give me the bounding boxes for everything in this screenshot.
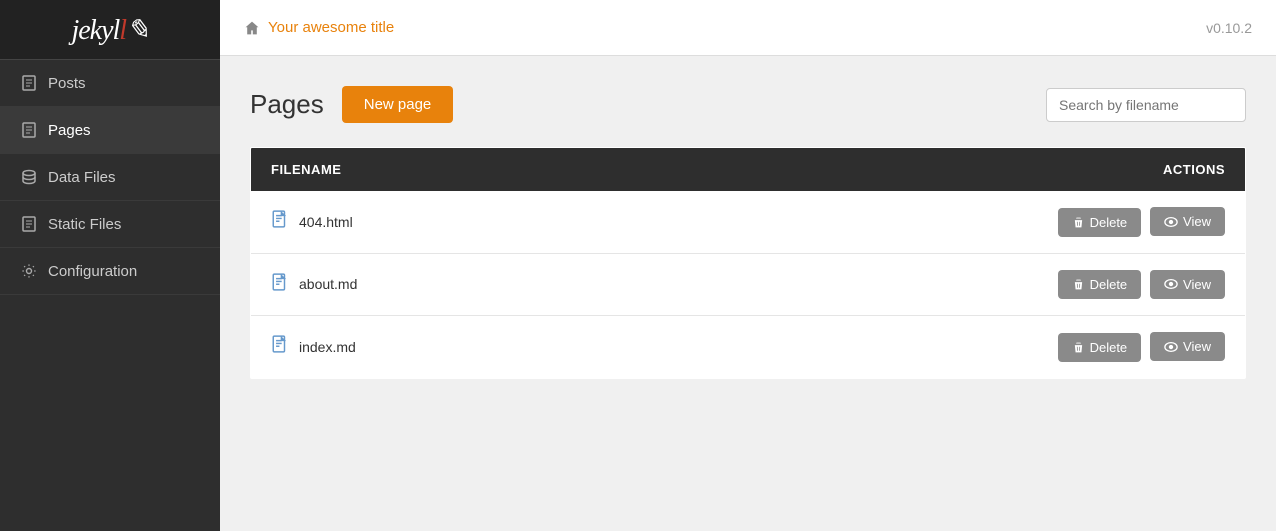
header-left: Your awesome title [244, 19, 394, 36]
delete-button[interactable]: Delete [1058, 208, 1142, 237]
home-icon [244, 20, 260, 36]
static-files-icon [20, 215, 38, 233]
posts-icon [20, 74, 38, 92]
sidebar-item-posts[interactable]: Posts [0, 60, 220, 107]
file-doc-icon [271, 210, 289, 233]
eye-icon [1164, 340, 1178, 354]
sidebar-item-configuration-label: Configuration [48, 263, 137, 280]
page-title: Pages [250, 89, 324, 120]
file-rows: 404.html Delete View about.md [251, 191, 1246, 378]
table-header-row: FILENAME ACTIONS [251, 148, 1246, 192]
content-area: Pages New page FILENAME ACTIONS [220, 56, 1276, 531]
logo-area: jekyll✎ [0, 0, 220, 60]
filename-text: index.md [299, 339, 356, 355]
new-page-button[interactable]: New page [342, 86, 454, 123]
gear-icon [20, 262, 38, 280]
table-row: about.md Delete View [251, 253, 1246, 316]
page-title-group: Pages New page [250, 86, 453, 123]
sidebar-nav: Posts Pages Data Files Static Files Conf… [0, 60, 220, 295]
actions-cell: Delete View [622, 253, 1245, 316]
sidebar: jekyll✎ Posts Pages Data Files Static [0, 0, 220, 531]
page-header-row: Pages New page [250, 86, 1246, 123]
logo: jekyll✎ [71, 13, 148, 47]
view-button[interactable]: View [1150, 270, 1225, 299]
sidebar-item-static-files-label: Static Files [48, 216, 121, 233]
file-doc-icon [271, 273, 289, 296]
delete-button[interactable]: Delete [1058, 270, 1142, 299]
actions-cell: Delete View [622, 191, 1245, 253]
filename-text: 404.html [299, 214, 353, 230]
pages-icon [20, 121, 38, 139]
sidebar-item-configuration[interactable]: Configuration [0, 248, 220, 295]
sidebar-item-pages-label: Pages [48, 122, 91, 139]
sidebar-item-static-files[interactable]: Static Files [0, 201, 220, 248]
file-doc-icon [271, 335, 289, 358]
view-button[interactable]: View [1150, 207, 1225, 236]
database-icon [20, 168, 38, 186]
search-input[interactable] [1046, 88, 1246, 122]
table-row: 404.html Delete View [251, 191, 1246, 253]
filename-cell: index.md [271, 335, 602, 358]
actions-cell: Delete View [622, 316, 1245, 379]
sidebar-item-posts-label: Posts [48, 75, 86, 92]
sidebar-item-pages[interactable]: Pages [0, 107, 220, 154]
delete-button[interactable]: Delete [1058, 333, 1142, 362]
view-button[interactable]: View [1150, 332, 1225, 361]
trash-icon [1072, 216, 1085, 229]
site-title: Your awesome title [268, 19, 394, 36]
eye-icon [1164, 277, 1178, 291]
version-label: v0.10.2 [1206, 20, 1252, 36]
main-area: Your awesome title v0.10.2 Pages New pag… [220, 0, 1276, 531]
sidebar-item-data-files-label: Data Files [48, 169, 116, 186]
table-row: index.md Delete View [251, 316, 1246, 379]
col-actions: ACTIONS [622, 148, 1245, 192]
filename-text: about.md [299, 276, 357, 292]
col-filename: FILENAME [251, 148, 623, 192]
top-header: Your awesome title v0.10.2 [220, 0, 1276, 56]
filename-cell: about.md [271, 273, 602, 296]
sidebar-item-data-files[interactable]: Data Files [0, 154, 220, 201]
trash-icon [1072, 278, 1085, 291]
files-table: FILENAME ACTIONS 404.html Dele [250, 147, 1246, 379]
filename-cell: 404.html [271, 210, 602, 233]
eye-icon [1164, 215, 1178, 229]
trash-icon [1072, 341, 1085, 354]
